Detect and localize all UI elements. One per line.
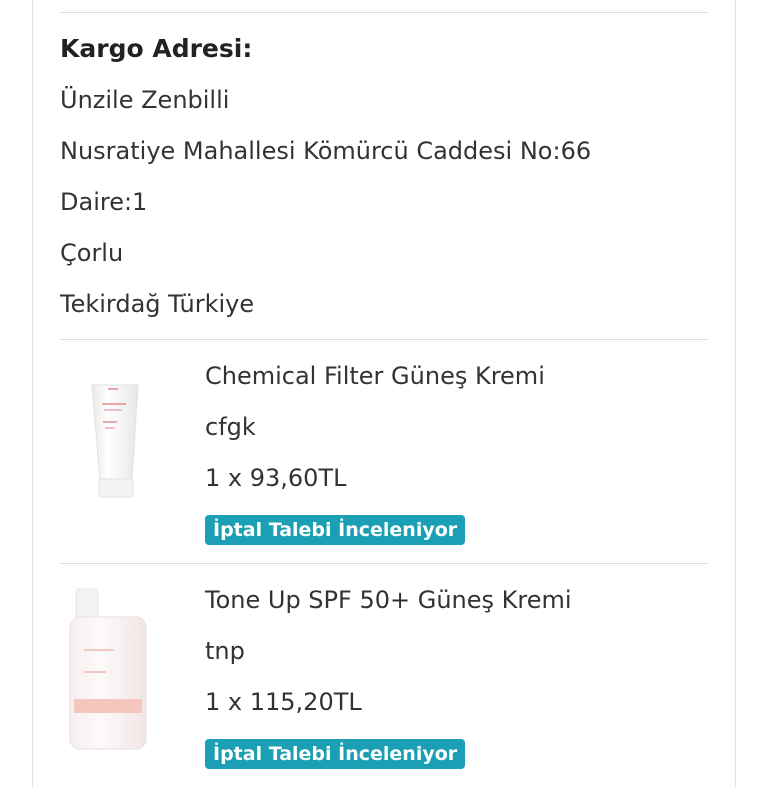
top-divider: [60, 12, 708, 13]
status-badge: İptal Talebi İnceleniyor: [205, 515, 466, 545]
product-image-tone-up[interactable]: [60, 579, 180, 769]
product-name[interactable]: Chemical Filter Güneş Kremi: [205, 359, 545, 393]
product-image-chemical-filter[interactable]: [60, 355, 180, 545]
address-district: Çorlu: [60, 239, 124, 267]
address-unit: Daire:1: [60, 188, 148, 216]
sunscreen-bottle-icon: [69, 588, 147, 750]
item-divider: [60, 563, 708, 564]
product-name[interactable]: Tone Up SPF 50+ Güneş Kremi: [205, 583, 572, 617]
address-street: Nusratiye Mahallesi Kömürcü Caddesi No:6…: [60, 137, 592, 165]
sunscreen-tube-icon: [91, 384, 139, 498]
status-badge: İptal Talebi İnceleniyor: [205, 739, 466, 769]
address-divider: [60, 339, 708, 340]
product-qty-price: 1 x 115,20TL: [205, 688, 362, 716]
shipping-address-title: Kargo Adresi:: [60, 34, 253, 63]
product-variant: cfgk: [205, 413, 256, 441]
recipient-name: Ünzile Zenbilli: [60, 86, 230, 114]
product-qty-price: 1 x 93,60TL: [205, 464, 347, 492]
address-city-country: Tekirdağ Türkiye: [60, 290, 255, 318]
product-variant: tnp: [205, 637, 245, 665]
